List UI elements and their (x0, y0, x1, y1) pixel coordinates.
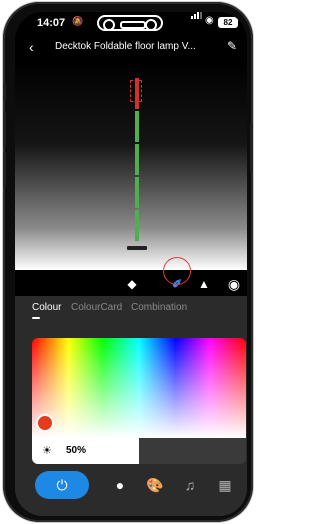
status-time: 14:07 (37, 17, 66, 29)
volume-down-button (3, 152, 6, 186)
bulb-icon[interactable]: ● (111, 476, 129, 494)
eraser-icon[interactable]: ▲ (195, 275, 213, 293)
mute-switch (3, 82, 6, 102)
music-icon[interactable]: ♫ (181, 476, 199, 494)
lamp-preview[interactable] (15, 60, 247, 270)
back-icon[interactable]: ‹ (29, 39, 34, 55)
bottom-nav: ⏻ ● 🎨 ♫ ▦ (15, 464, 247, 516)
brightness-slider[interactable]: ☀ 50% (32, 438, 246, 464)
page-title: Decktok Foldable floor lamp V... (55, 41, 196, 52)
palette-icon[interactable]: 🎨 (146, 476, 164, 494)
dynamic-island (97, 15, 163, 31)
bell-slash-icon: 🔕 (72, 16, 84, 26)
lamp-segment[interactable] (135, 78, 139, 109)
lamp-base (127, 246, 147, 250)
lamp-segment[interactable] (135, 177, 139, 208)
scenes-icon[interactable]: ▦ (216, 476, 234, 494)
power-icon: ⏻ (56, 477, 68, 493)
lamp-segment[interactable] (135, 144, 139, 175)
camera-icon (145, 19, 157, 31)
app-header: ‹ Decktok Foldable floor lamp V... ✎ (15, 34, 247, 60)
battery-icon: 82 (218, 17, 238, 28)
edit-icon[interactable]: ✎ (227, 39, 237, 53)
brightness-value: 50% (66, 445, 87, 456)
tab-colourcard[interactable]: ColourCard (71, 302, 122, 313)
tool-bar: ◆ ✐ ▲ ◉ (15, 270, 247, 296)
phone-frame: 14:07 🔕 ◉ 82 ‹ Decktok Foldable floor la… (3, 2, 253, 522)
power-side-button (250, 122, 253, 172)
colour-picker-knob[interactable] (36, 414, 54, 432)
sensor-icon (103, 19, 115, 31)
lamp-segment[interactable] (135, 111, 139, 142)
volume-up-button (3, 112, 6, 146)
selected-tool-highlight (163, 257, 191, 285)
tab-combination[interactable]: Combination (131, 302, 187, 313)
active-tab-indicator (32, 317, 40, 319)
status-bar: 14:07 🔕 ◉ 82 (15, 12, 247, 34)
wifi-icon: ◉ (205, 15, 214, 26)
paint-bucket-icon[interactable]: ◆ (123, 275, 141, 293)
lamp-segment[interactable] (135, 210, 139, 241)
color-indicator-icon[interactable]: ◉ (225, 275, 243, 293)
sensor-bar (120, 21, 146, 29)
screen: 14:07 🔕 ◉ 82 ‹ Decktok Foldable floor la… (15, 12, 247, 516)
colour-picker[interactable] (32, 338, 246, 438)
power-button[interactable]: ⏻ (35, 471, 89, 499)
tab-colour[interactable]: Colour (32, 302, 61, 313)
sun-icon: ☀ (42, 445, 52, 457)
